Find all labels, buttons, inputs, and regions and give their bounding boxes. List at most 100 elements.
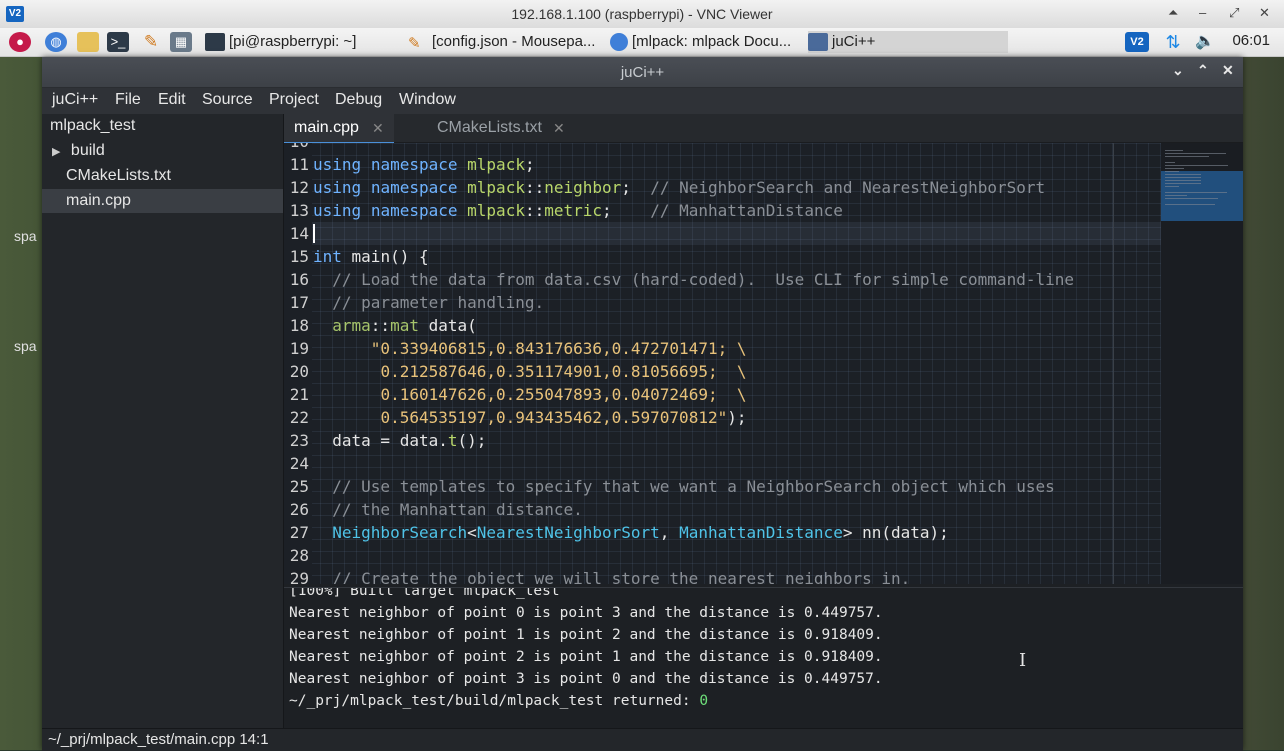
menu-bar: juCi++ File Edit Source Project Debug Wi… xyxy=(42,88,1243,115)
minimap-line xyxy=(1165,180,1201,181)
code-token: ; xyxy=(524,155,535,174)
code-line: // the Manhattan distance. xyxy=(313,498,583,521)
task-label: [config.json - Mousepa... xyxy=(432,33,596,50)
terminal-launcher-icon[interactable]: >_ xyxy=(107,32,129,52)
return-prefix: ~/_prj/mlpack_test/build/mlpack_test ret… xyxy=(289,693,700,709)
minimap-line xyxy=(1165,162,1175,163)
output-terminal[interactable]: [100%] Built target mlpack_test Nearest … xyxy=(284,587,1243,728)
minimap-line xyxy=(1165,192,1227,193)
code-token: // Create the object we will store the n… xyxy=(332,569,911,584)
minimap-line xyxy=(1165,204,1215,205)
code-token: ; xyxy=(602,201,651,220)
menu-window[interactable]: Window xyxy=(399,91,456,109)
maximize-icon[interactable]: ⌃ xyxy=(1197,62,1209,79)
minimap-line xyxy=(1165,195,1188,196)
tree-item-main-cpp[interactable]: main.cpp xyxy=(42,189,283,213)
code-line: arma::mat data( xyxy=(313,314,477,337)
text-editor-icon[interactable]: ✎ xyxy=(140,32,162,52)
code-token: ; xyxy=(621,178,651,197)
editor-tabs: main.cpp ✕ CMakeLists.txt ✕ xyxy=(284,114,1243,144)
window-icon xyxy=(808,33,828,52)
task-chromium[interactable]: [mlpack: mlpack Docu... xyxy=(610,31,806,53)
clock[interactable]: 06:01 xyxy=(1232,32,1270,49)
task-mousepad[interactable]: ✎ [config.json - Mousepa... xyxy=(408,31,608,53)
task-jucipp[interactable]: juCi++ xyxy=(808,31,1008,53)
network-icon[interactable]: ⇅ xyxy=(1162,32,1184,52)
close-tab-icon[interactable]: ✕ xyxy=(372,114,384,142)
code-token: neighbor xyxy=(544,178,622,197)
ibeam-cursor-icon: I xyxy=(1019,650,1027,671)
menu-file[interactable]: File xyxy=(115,91,141,109)
tree-folder-build[interactable]: ▶ build xyxy=(52,139,105,163)
menu-debug[interactable]: Debug xyxy=(335,91,382,109)
code-line: int main() { xyxy=(313,245,429,268)
code-token: :: xyxy=(524,201,545,220)
file-manager-icon[interactable] xyxy=(77,32,99,52)
volume-icon[interactable]: 🔈 xyxy=(1194,32,1216,52)
line-number: 18 xyxy=(289,316,309,335)
vnc-title-bar: V2 192.168.1.100 (raspberrypi) - VNC Vie… xyxy=(0,0,1284,29)
menu-edit[interactable]: Edit xyxy=(158,91,186,109)
tree-root[interactable]: mlpack_test xyxy=(50,114,135,138)
code-editor[interactable]: 10 11 12 13 14 15 16 17 18 19 20 21 22 23 24 25 26 27 28 29… xyxy=(284,143,1161,584)
code-token: (); xyxy=(457,431,487,450)
web-browser-icon[interactable]: ◍ xyxy=(45,32,67,52)
code-line: // Use templates to specify that we want… xyxy=(313,475,1054,498)
menu-source[interactable]: Source xyxy=(202,91,253,109)
desktop-icon-label[interactable]: spa xyxy=(14,228,37,244)
vnc-close-icon[interactable]: ✕ xyxy=(1259,5,1270,21)
vnc-maximize-icon[interactable]: ⤢ xyxy=(1229,5,1239,21)
code-token: using xyxy=(313,201,362,220)
vnc-fullscreen-icon[interactable]: ⏶ xyxy=(1168,5,1178,21)
code-token: // the Manhattan distance. xyxy=(332,500,583,519)
line-number: 17 xyxy=(289,293,309,312)
task-terminal[interactable]: [pi@raspberrypi: ~] xyxy=(205,31,405,53)
tab-cmakelists[interactable]: CMakeLists.txt ✕ xyxy=(394,114,565,142)
line-number: 10 xyxy=(285,143,309,153)
vnc-tray-icon[interactable]: V2 xyxy=(1125,32,1149,52)
code-token: arma xyxy=(332,316,371,335)
system-tools-icon[interactable]: ▦ xyxy=(170,32,192,52)
line-number: 28 xyxy=(289,546,309,565)
minimap-line xyxy=(1165,168,1185,169)
minimap-viewport[interactable] xyxy=(1161,171,1243,221)
window-title: juCi++ xyxy=(620,64,665,81)
status-text: ~/_prj/mlpack_test/main.cpp 14:1 xyxy=(48,731,269,748)
menu-project[interactable]: Project xyxy=(269,91,319,109)
code-token: 0.160147626,0.255047893,0.04072469; \ xyxy=(380,385,747,404)
current-line-highlight xyxy=(312,222,1161,245)
code-token: mlpack xyxy=(467,178,525,197)
code-token: > nn(data); xyxy=(842,523,949,542)
code-line: using namespace mlpack; xyxy=(313,153,535,176)
expand-arrow-icon[interactable]: ▶ xyxy=(52,146,60,158)
minimap[interactable] xyxy=(1161,143,1243,584)
code-line: 0.564535197,0.943435462,0.597070812"); xyxy=(313,406,746,429)
terminal-line: [100%] Built target mlpack_test xyxy=(289,587,560,599)
code-line: 0.212587646,0.351174901,0.81056695; \ xyxy=(313,360,746,383)
minimize-icon[interactable]: ⌄ xyxy=(1172,62,1184,79)
terminal-line: Nearest neighbor of point 1 is point 2 a… xyxy=(289,627,883,643)
tree-item-label: main.cpp xyxy=(66,192,131,209)
window-title-bar[interactable]: juCi++ ⌄ ⌃ ✕ xyxy=(42,57,1243,88)
minimap-line xyxy=(1165,150,1184,151)
tree-item-cmakelists[interactable]: CMakeLists.txt xyxy=(66,164,171,188)
code-line: using namespace mlpack::metric; // Manha… xyxy=(313,199,843,222)
code-token: main() { xyxy=(341,247,429,266)
code-token: mlpack xyxy=(467,155,525,174)
line-number: 12 xyxy=(289,178,309,197)
terminal-line: Nearest neighbor of point 0 is point 3 a… xyxy=(289,605,883,621)
desktop-icon-label[interactable]: spa xyxy=(14,338,37,354)
vnc-minimize-icon[interactable]: – xyxy=(1199,5,1206,20)
minimap-line xyxy=(1165,171,1179,172)
menu-jucipp[interactable]: juCi++ xyxy=(52,91,98,109)
code-token: 0.564535197,0.943435462,0.597070812" xyxy=(380,408,728,427)
close-tab-icon[interactable]: ✕ xyxy=(553,114,565,142)
minimap-line xyxy=(1165,186,1180,187)
raspberry-menu-icon[interactable]: ● xyxy=(9,32,31,52)
terminal-line: Nearest neighbor of point 3 is point 0 a… xyxy=(289,671,883,687)
code-token: data( xyxy=(418,316,477,335)
close-icon[interactable]: ✕ xyxy=(1222,62,1234,79)
tab-main-cpp[interactable]: main.cpp ✕ xyxy=(284,114,394,144)
